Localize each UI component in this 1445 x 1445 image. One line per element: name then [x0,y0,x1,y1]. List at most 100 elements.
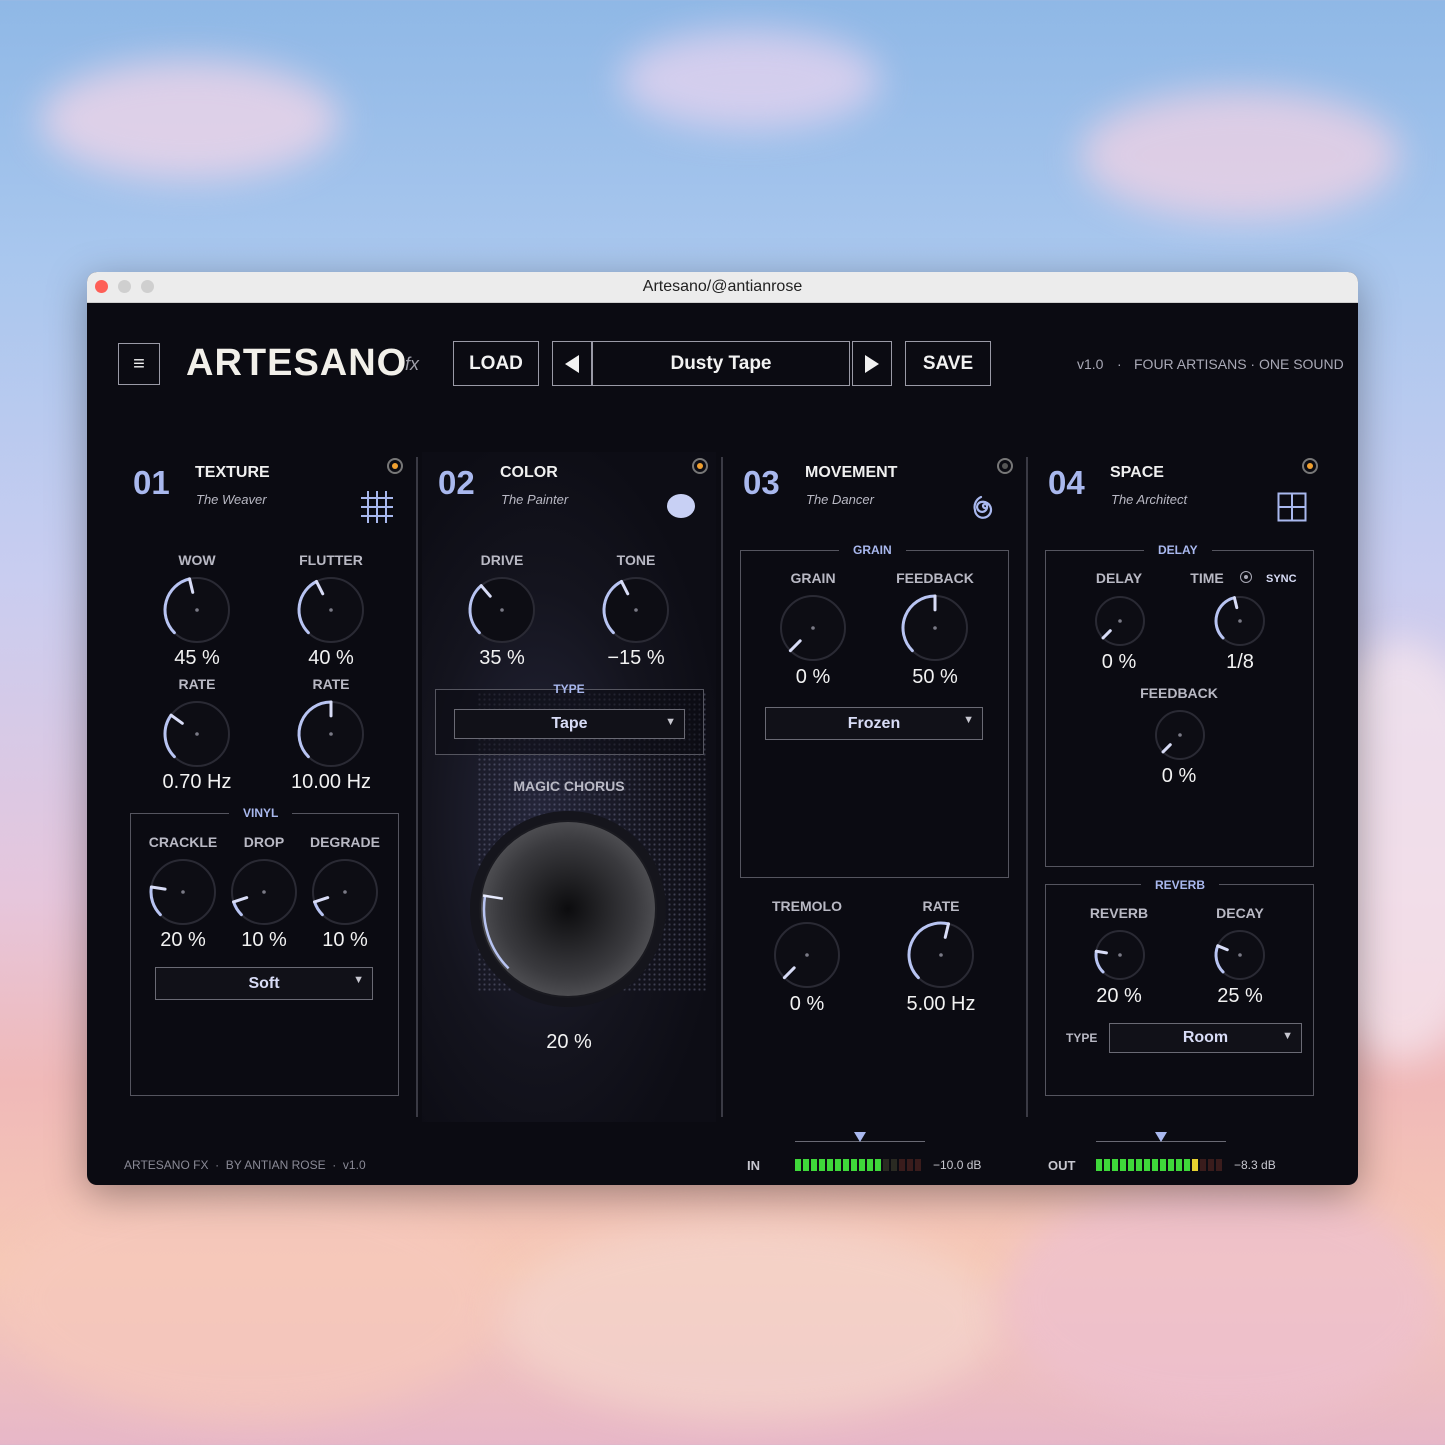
group-title: GRAIN [839,543,906,557]
type-label: TYPE [553,682,585,696]
meter-segment [867,1159,873,1171]
drop-knob[interactable] [229,857,299,927]
save-button[interactable]: SAVE [905,341,991,386]
meter-segment [1152,1159,1158,1171]
section-subtitle: The Painter [501,492,569,507]
flutter-rate-knob[interactable] [296,699,366,769]
big-knob-body [479,820,657,998]
menu-button[interactable]: ≡ [118,343,160,385]
meter-segment [851,1159,857,1171]
power-indicator-icon [697,463,703,469]
spiral-icon [973,495,993,519]
knob-center-dot [811,626,815,630]
next-preset-button[interactable] [852,341,892,386]
grain-feedback-knob[interactable] [900,593,970,663]
flutter-knob[interactable] [296,575,366,645]
knob-pointer [1094,949,1108,955]
knob-center-dot [181,890,185,894]
knob-value: 35 % [479,647,525,669]
version-label: v1.0 [1077,356,1104,372]
tremolo-rate-knob[interactable] [906,920,976,990]
section-title: TEXTURE [195,464,270,481]
knob-value: 0 % [795,666,831,688]
drive-knob[interactable] [467,575,537,645]
input-db-readout: −10.0 dB [933,1158,982,1172]
input-gain-handle-icon[interactable] [854,1132,866,1142]
output-gain-handle-icon[interactable] [1155,1132,1167,1142]
knob-value: 45 % [174,647,220,669]
knob-center-dot [1238,953,1242,957]
knob-label: REVERB [1089,905,1149,921]
load-button[interactable]: LOAD [453,341,539,386]
knob-value: 0 % [1161,765,1197,787]
decay-knob[interactable] [1213,928,1267,982]
delay-knob[interactable] [1093,594,1147,648]
paint-blob-icon [667,494,695,518]
meter-segment [1160,1159,1166,1171]
power-indicator-icon [392,463,398,469]
meter-segment [915,1159,921,1171]
group-title: REVERB [1141,878,1220,892]
tone-knob[interactable] [601,575,671,645]
wow-rate-knob[interactable] [162,699,232,769]
knob-center-dot [1238,619,1242,623]
window-title: Artesano/@antianrose [642,278,803,295]
sync-toggle[interactable] [1240,571,1252,583]
knob-label: DRIVE [480,552,524,568]
delay-time-knob[interactable] [1213,594,1267,648]
meter-segment [891,1159,897,1171]
meter-segment [1104,1159,1110,1171]
meter-segment [883,1159,889,1171]
knob-value: 20 % [546,1031,592,1053]
meter-segment [1096,1159,1102,1171]
knob-label: RATE [312,676,350,692]
power-toggle-movement[interactable] [997,458,1013,474]
grain-mode-dropdown[interactable]: Frozen ▼ [765,707,983,740]
output-level-meter [1096,1159,1222,1171]
section-subtitle: The Architect [1111,492,1188,507]
window-grid-icon [1277,492,1307,522]
input-meter-label: IN [747,1158,760,1173]
knob-label: GRAIN [790,570,836,586]
knob-label: RATE [922,898,960,914]
section-divider [721,457,723,1117]
brand-suffix: fx [405,354,420,374]
knob-center-dot [500,608,504,612]
meter-segment [1208,1159,1214,1171]
knob-value: 20 % [1096,985,1142,1007]
meter-segment [835,1159,841,1171]
meter-segment [1216,1159,1222,1171]
delay-feedback-knob[interactable] [1153,708,1207,762]
previous-preset-button[interactable] [552,341,592,386]
power-toggle-texture[interactable] [387,458,403,474]
crackle-knob[interactable] [148,857,218,927]
wow-knob[interactable] [162,575,232,645]
meter-segment [1120,1159,1126,1171]
knob-center-dot [195,732,199,736]
section-title: MOVEMENT [805,464,898,481]
vinyl-mode-dropdown[interactable]: Soft ▼ [155,967,373,1000]
knob-center-dot [1178,733,1182,737]
dropdown-value: Frozen [847,714,901,732]
reverb-type-dropdown[interactable]: Room ▼ [1109,1023,1302,1053]
power-toggle-color[interactable] [692,458,708,474]
power-toggle-space[interactable] [1302,458,1318,474]
color-type-dropdown[interactable]: Tape ▼ [454,709,685,739]
group-title: VINYL [229,806,293,820]
section-number: 04 [1048,464,1085,501]
grain-knob[interactable] [778,593,848,663]
knob-label: RATE [178,676,216,692]
knob-center-dot [933,626,937,630]
magic-chorus-knob[interactable] [467,808,669,1010]
meter-segment [1184,1159,1190,1171]
meter-segment [1112,1159,1118,1171]
brand-logo: ARTESANO [186,342,408,384]
section-title: SPACE [1110,464,1164,481]
reverb-knob[interactable] [1093,928,1147,982]
sync-indicator-icon [1244,575,1248,579]
knob-center-dot [262,890,266,894]
degrade-knob[interactable] [310,857,380,927]
meter-segment [1200,1159,1206,1171]
tremolo-knob[interactable] [772,920,842,990]
preset-name-display[interactable]: Dusty Tape [592,341,850,386]
